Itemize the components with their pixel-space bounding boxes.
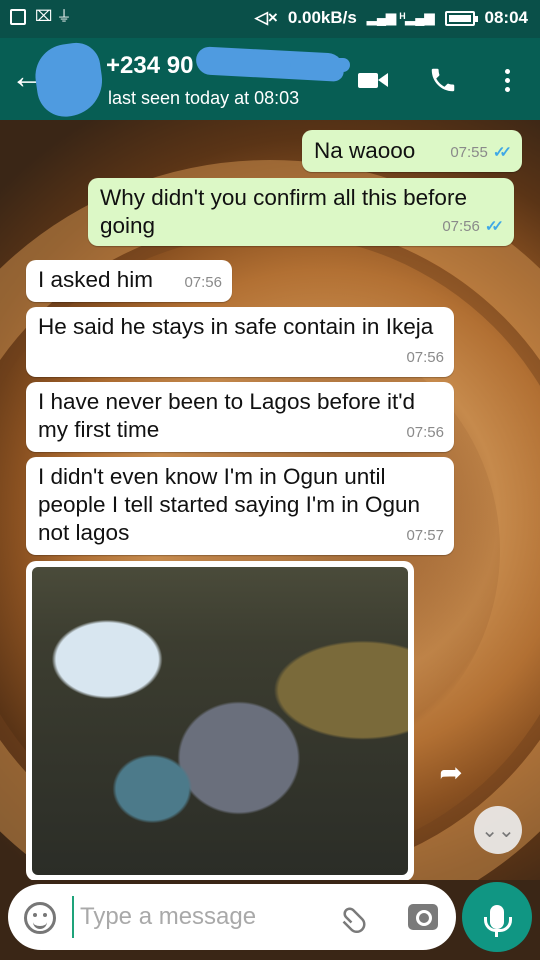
microphone-icon [484,905,512,937]
message-time: 07:56 [406,349,444,366]
image-thumbnail[interactable] [32,567,408,875]
message-input[interactable] [72,896,332,938]
message-time: 07:57 [406,527,444,544]
phone-call-icon[interactable] [426,64,460,96]
notification-icons: ⌧ ⏚ [35,8,72,25]
video-call-icon[interactable] [356,64,390,96]
message-composer [8,884,456,950]
chat-area[interactable]: Na waooo 07:55 ✓✓ Why didn't you confirm … [0,120,540,880]
message-bubble-sent[interactable]: Na waooo 07:55 ✓✓ [302,130,522,172]
redaction-scribble [290,58,350,72]
message-bubble-received[interactable]: He said he stays in safe contain in Ikej… [26,307,454,377]
attach-paperclip-icon[interactable] [334,898,376,940]
message-time: 07:56 [406,424,444,441]
message-text: He said he stays in safe contain in Ikej… [38,314,434,339]
clock: 08:04 [484,8,528,27]
status-bar: ⌧ ⏚ ◁× 0.00kB/s ▂▄▆ ᴴ▂▄▆ 08:04 [0,0,540,38]
battery-icon [444,10,478,26]
emoji-icon[interactable] [24,902,56,934]
message-bubble-received[interactable]: I asked him 07:56 [26,260,232,302]
last-seen-status: last seen today at 08:03 [108,88,300,108]
status-right: ◁× 0.00kB/s ▂▄▆ ᴴ▂▄▆ 08:04 [255,8,528,28]
contact-name[interactable]: +234 90 [106,52,193,80]
message-text: I didn't even know I'm in Ogun until peo… [38,464,427,545]
more-options-icon[interactable] [490,64,524,96]
message-meta: 07:57 [406,522,444,550]
net-speed: 0.00kB/s [287,8,357,27]
voice-record-button[interactable] [462,882,532,952]
read-receipt-icon: ✓✓ [492,144,512,161]
signal-icon: ▂▄▆ ᴴ▂▄▆ [366,10,435,25]
input-bar [0,880,540,960]
message-meta: 07:55 ✓✓ [450,139,512,167]
message-meta: 07:56 [406,419,444,447]
message-meta: 07:56 ✓✓ [442,213,504,241]
message-bubble-sent[interactable]: Why didn't you confirm all this before g… [88,178,514,246]
avatar[interactable] [31,39,107,121]
message-bubble-received[interactable]: I have never been to Lagos before it'd m… [26,382,454,452]
camera-icon[interactable] [408,904,438,930]
chat-header: ← +234 90 last seen today at 08:03 [0,38,540,121]
forward-share-icon[interactable]: ➦ [434,756,468,790]
message-time: 07:56 [442,218,480,235]
message-time: 07:56 [184,274,222,291]
status-left: ⌧ ⏚ [10,8,71,26]
message-meta: 07:56 [406,344,444,372]
scroll-to-bottom-button[interactable]: ⌄⌄ [474,806,522,854]
mute-icon: ◁× [254,8,278,27]
read-receipt-icon: ✓✓ [484,218,504,235]
image-notification-icon [10,9,26,25]
message-meta: 07:56 [184,269,222,297]
message-text: I have never been to Lagos before it'd m… [38,389,422,442]
message-bubble-received[interactable]: I didn't even know I'm in Ogun until peo… [26,457,454,555]
image-message[interactable] [26,561,414,880]
message-time: 07:55 [450,144,488,161]
